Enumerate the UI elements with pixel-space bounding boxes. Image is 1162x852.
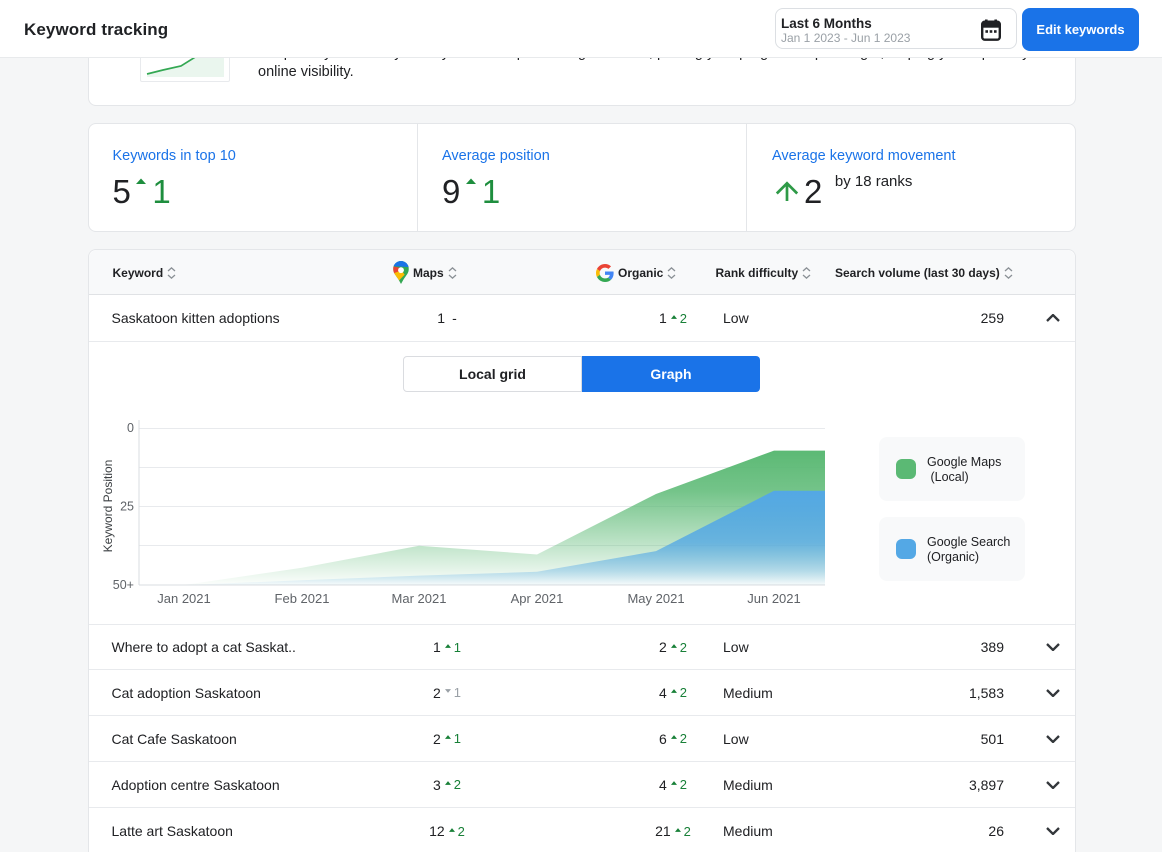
svg-text:Keyword Position: Keyword Position: [101, 460, 115, 553]
svg-text:May 2021: May 2021: [627, 591, 684, 606]
svg-text:Mar 2021: Mar 2021: [392, 591, 447, 606]
svg-text:25: 25: [120, 500, 134, 514]
svg-text:Jun 2021: Jun 2021: [747, 591, 801, 606]
svg-text:Apr 2021: Apr 2021: [511, 591, 564, 606]
svg-text:Jan 2021: Jan 2021: [157, 591, 211, 606]
svg-text:0: 0: [127, 421, 134, 435]
svg-text:Feb 2021: Feb 2021: [275, 591, 330, 606]
svg-text:50+: 50+: [113, 578, 134, 592]
